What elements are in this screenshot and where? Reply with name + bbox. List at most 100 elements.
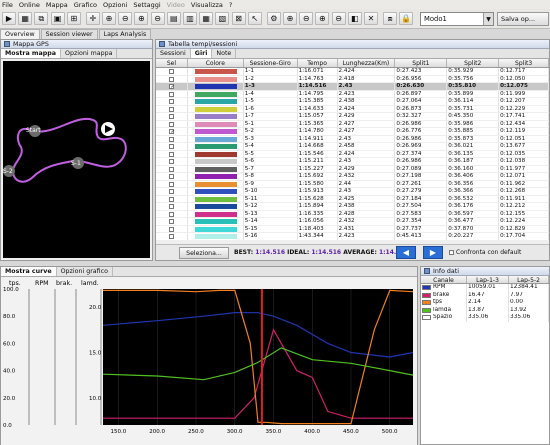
layout-d-icon[interactable]: ▧ <box>215 12 230 25</box>
table-row[interactable]: 1-2 1:14.763 2.418 0:26.956 0:35.756 0:12.050 <box>156 75 549 83</box>
row-checkbox[interactable] <box>169 166 175 172</box>
sel-cell[interactable] <box>156 180 188 187</box>
tab-session-viewer[interactable]: Session viewer <box>40 29 98 39</box>
sel-cell[interactable] <box>156 75 188 82</box>
play-icon[interactable]: ▶ <box>2 12 16 25</box>
menu-item-opzioni[interactable]: Opzioni <box>103 1 127 9</box>
lap-color-swatch[interactable] <box>194 159 237 164</box>
zoom-in-icon[interactable]: ⊕ <box>102 12 116 25</box>
row-checkbox[interactable] <box>169 114 175 119</box>
menu-item-grafico[interactable]: Grafico <box>74 1 97 9</box>
lap-color-swatch[interactable] <box>194 219 237 224</box>
sel-cell[interactable] <box>156 135 188 142</box>
table-row[interactable]: 5-5 1:15.546 2.424 0:27.374 0:36.135 0:12.035 <box>156 150 549 158</box>
tiles-icon[interactable]: ⊞ <box>66 12 81 25</box>
grid-icon[interactable]: ▦ <box>18 12 33 25</box>
sel-cell[interactable] <box>156 90 188 97</box>
info-row[interactable]: lamda 13.87 13.92 <box>421 306 549 314</box>
sel-cell[interactable] <box>156 195 188 202</box>
zoom-out-x-icon[interactable]: ⊖ <box>150 12 165 25</box>
sel-cell[interactable] <box>156 188 188 195</box>
lap-color-swatch[interactable] <box>194 204 237 209</box>
info-row[interactable]: tps 2.14 0.00 <box>421 299 549 307</box>
row-checkbox[interactable] <box>169 69 175 74</box>
lock-icon[interactable]: 🔒 <box>399 12 414 25</box>
lap-color-swatch[interactable] <box>194 129 237 134</box>
table-row[interactable]: 5-15 1:18.403 2.431 0:27.737 0:37.870 0:12.82… <box>156 225 549 233</box>
sel-cell[interactable] <box>156 218 188 225</box>
telemetry-chart[interactable]: tps. RPM brak. lamd. 100.0 80.0 60.0 40.0 20.0 0.… <box>1 277 417 445</box>
gps-tab-opzioni-mappa[interactable]: Opzioni mappa <box>61 49 118 58</box>
menu-item-settaggi[interactable]: Settaggi <box>133 1 160 9</box>
row-checkbox[interactable] <box>169 196 175 202</box>
zoom-in-y-icon[interactable]: ⊕ <box>283 12 297 25</box>
row-checkbox[interactable] <box>169 151 175 157</box>
table-row[interactable]: 5-8 1:15.692 2.432 0:27.198 0:36.406 0:12.071 <box>156 173 549 181</box>
row-checkbox[interactable] <box>169 211 175 217</box>
table-row[interactable]: 5-12 1:15.894 2.438 0:27.504 0:36.176 0:12.21… <box>156 203 549 211</box>
compare-checkbox[interactable] <box>449 250 454 255</box>
lap-color-swatch[interactable] <box>194 174 237 179</box>
lap-color-swatch[interactable] <box>194 196 237 202</box>
save-button[interactable]: Salva op... <box>497 12 549 26</box>
table-row[interactable]: 1-5 1:15.385 2.438 0:27.064 0:36.114 0:12.207 <box>156 98 549 106</box>
lap-color-swatch[interactable] <box>194 69 237 74</box>
lap-color-swatch[interactable] <box>194 99 237 104</box>
row-checkbox[interactable]: ✓ <box>169 84 175 90</box>
compare-checkbox-row[interactable]: Confronta con default <box>449 249 521 256</box>
gps-map[interactable]: Start S-1 S-2 <box>3 61 150 258</box>
row-checkbox[interactable] <box>169 76 175 82</box>
info-row[interactable]: Spazio 335.06 335.06 <box>421 314 549 322</box>
sel-cell[interactable] <box>156 105 188 112</box>
table-tab-giri[interactable]: Giri <box>190 49 213 58</box>
table-row[interactable]: ✓ 5-2 1:14.780 2.427 0:26.776 0:35.885 0:12.11… <box>156 128 549 136</box>
row-checkbox[interactable] <box>169 91 175 97</box>
row-checkbox[interactable] <box>169 189 175 194</box>
chart-tab-mostra-curve[interactable]: Mostra curve <box>1 267 57 276</box>
split-icon[interactable]: ◧ <box>347 12 362 25</box>
sel-cell[interactable] <box>156 98 188 105</box>
sel-cell[interactable] <box>156 68 188 75</box>
table-row[interactable]: 1-4 1:14.795 2.423 0:26.897 0:35.899 0:11.999 <box>156 90 549 98</box>
sel-cell[interactable] <box>156 233 188 240</box>
lap-color-swatch[interactable] <box>194 226 237 232</box>
sel-cell[interactable] <box>156 150 188 157</box>
menu-item-file[interactable]: File <box>2 1 13 9</box>
table-row[interactable]: 5-9 1:15.580 2.44 0:27.261 0:36.356 0:11.962 <box>156 180 549 188</box>
close-icon[interactable]: ✕ <box>364 12 378 25</box>
lap-color-swatch[interactable] <box>194 181 237 187</box>
lap-color-swatch[interactable] <box>194 121 237 127</box>
menu-item-q[interactable]: ? <box>229 1 232 9</box>
lap-color-swatch[interactable] <box>194 106 237 112</box>
sel-cell[interactable] <box>156 113 188 120</box>
table-row[interactable]: 5-1 1:15.365 2.427 0:26.986 0:35.986 0:12.434 <box>156 120 549 128</box>
row-checkbox[interactable] <box>169 226 175 232</box>
table-row[interactable]: 5-10 1:15.913 2.43 0:27.279 0:36.366 0:12.268 <box>156 188 549 196</box>
prev-arrow-icon[interactable]: ◀ <box>396 246 416 259</box>
lap-color-swatch[interactable] <box>194 211 237 217</box>
info-row[interactable]: RPM 10059.01 12384.41 <box>421 284 549 292</box>
table-row[interactable]: 5-14 1:16.056 2.432 0:27.354 0:36.477 0:12.22… <box>156 218 549 226</box>
row-checkbox[interactable] <box>169 99 175 104</box>
sel-cell[interactable] <box>156 173 188 180</box>
table-row[interactable]: ✓ 1-3 1:14.516 2.43 0:26.630 0:35.810 0:12.075 <box>156 83 549 91</box>
lap-color-swatch[interactable] <box>194 189 237 194</box>
table-row[interactable]: 5-16 1:43.344 2.423 0:45.413 0:20.227 0:17.70… <box>156 233 549 240</box>
zoom-out-icon[interactable]: ⊖ <box>118 12 133 25</box>
table-row[interactable]: 5-4 1:14.668 2.458 0:26.969 0:36.021 0:13.677 <box>156 143 549 151</box>
lap-color-swatch[interactable] <box>194 114 237 119</box>
table-row[interactable]: 5-11 1:15.628 2.425 0:27.184 0:36.532 0:11.91… <box>156 195 549 203</box>
chevron-down-icon[interactable]: ▼ <box>483 13 493 25</box>
mode-select[interactable]: Modo1 ▼ <box>420 12 494 26</box>
zoom-area-icon[interactable]: ⊕ <box>315 12 330 25</box>
sel-cell[interactable]: ✓ <box>156 128 188 135</box>
lap-color-swatch[interactable] <box>194 144 237 149</box>
sel-cell[interactable] <box>156 120 188 127</box>
plot-area[interactable] <box>103 289 413 425</box>
lap-color-swatch[interactable] <box>194 84 237 89</box>
settings-icon[interactable]: ⚙ <box>266 12 281 25</box>
table-tab-sessioni[interactable]: Sessioni <box>156 49 191 58</box>
row-checkbox[interactable] <box>169 136 175 142</box>
table-row[interactable]: 5-3 1:14.911 2.43 0:26.986 0:35.873 0:12.051 <box>156 135 549 143</box>
menu-item-online[interactable]: Online <box>19 1 40 9</box>
